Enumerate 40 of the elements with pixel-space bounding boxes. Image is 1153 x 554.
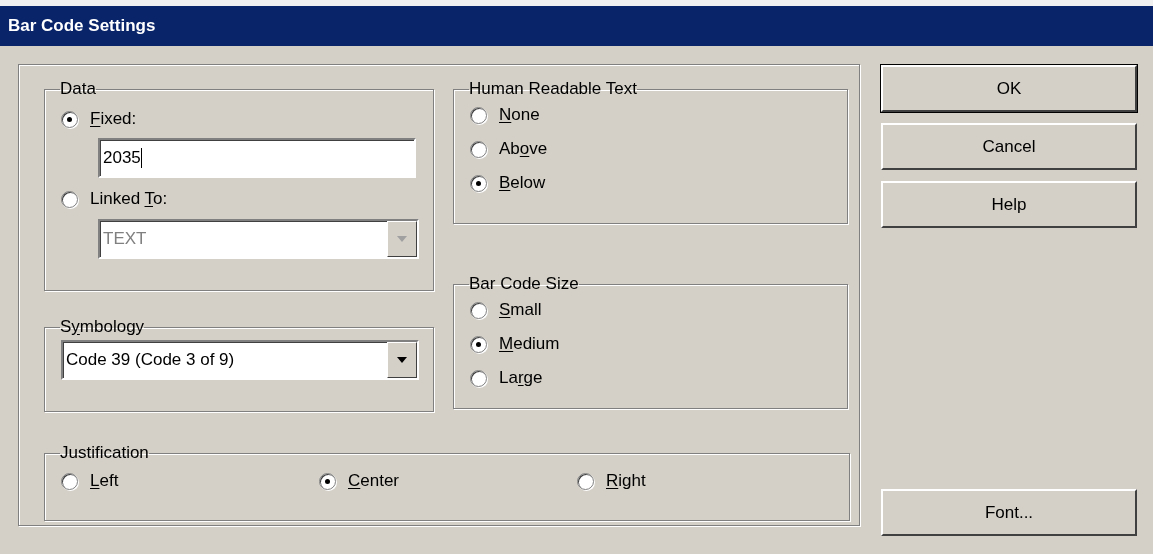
radio-label: Linked To: <box>90 188 168 211</box>
group-title: Justification <box>60 444 149 462</box>
dialog-button[interactable]: OK <box>881 65 1137 112</box>
radio-button[interactable] <box>577 472 594 490</box>
caret-down-icon <box>397 236 407 242</box>
text-field[interactable]: 2035 <box>98 138 416 178</box>
radio-label: None <box>499 104 540 127</box>
radio-label: Center <box>348 470 400 493</box>
radio-label: Below <box>499 172 546 195</box>
group-title: Symbology <box>60 318 145 336</box>
radio-button[interactable] <box>61 472 78 490</box>
radio-button[interactable] <box>470 335 487 353</box>
radio-button[interactable] <box>470 140 487 158</box>
field-value: 2035 <box>103 147 141 170</box>
dialog-button[interactable]: Help <box>881 181 1137 228</box>
dropdown-value: Code 39 (Code 3 of 9) <box>65 349 236 372</box>
radio-label: Right <box>606 470 646 493</box>
group-title: Bar Code Size <box>469 275 579 293</box>
radio-button[interactable] <box>470 301 487 319</box>
radio-label: Large <box>499 367 543 390</box>
radio-button[interactable] <box>470 106 487 124</box>
radio-button[interactable] <box>470 174 487 192</box>
window-title: Bar Code Settings <box>8 15 156 38</box>
dropdown-button[interactable] <box>387 342 417 378</box>
group-title: Data <box>60 80 96 98</box>
radio-label: Medium <box>499 333 560 356</box>
radio-label: Above <box>499 138 548 161</box>
dialog-button[interactable]: Cancel <box>881 123 1137 170</box>
dialog-button[interactable]: Font... <box>881 489 1137 536</box>
radio-label: Fixed: <box>90 108 137 131</box>
radio-button[interactable] <box>319 472 336 490</box>
caret-down-icon <box>397 357 407 363</box>
radio-label: Small <box>499 299 542 322</box>
dropdown[interactable]: Code 39 (Code 3 of 9) <box>61 340 419 380</box>
radio-label: Left <box>90 470 119 493</box>
dropdown-value: TEXT <box>102 228 148 251</box>
group-title: Human Readable Text <box>469 80 637 98</box>
radio-button[interactable] <box>61 190 78 208</box>
radio-button[interactable] <box>61 110 78 128</box>
radio-button[interactable] <box>470 369 487 387</box>
